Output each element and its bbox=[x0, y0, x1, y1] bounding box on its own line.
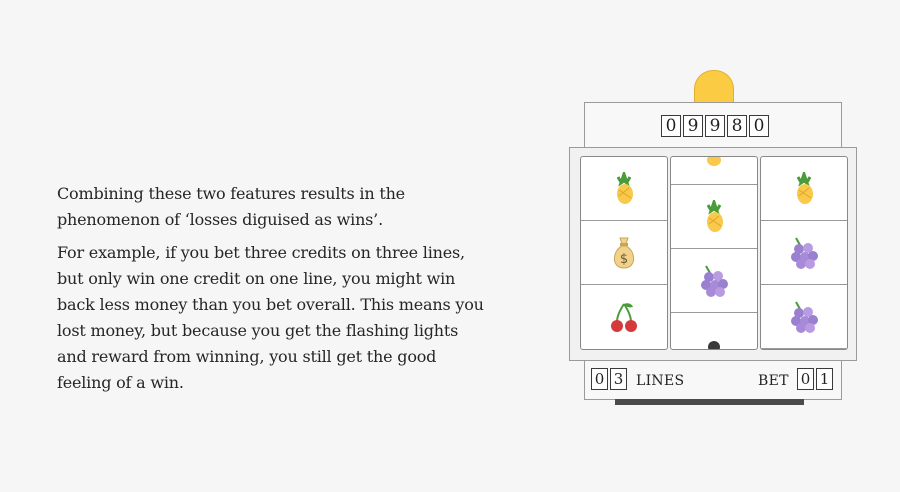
cherries-icon bbox=[611, 303, 637, 332]
reel-3 bbox=[760, 156, 848, 350]
reel-cell: $ bbox=[581, 221, 667, 285]
reel-cell bbox=[671, 313, 757, 349]
reel-cell bbox=[761, 157, 847, 221]
lines-label: LINES bbox=[636, 373, 685, 389]
bet-label: BET bbox=[758, 373, 789, 389]
svg-text:$: $ bbox=[620, 252, 628, 267]
grapes-icon bbox=[701, 265, 728, 297]
reel-cell bbox=[671, 157, 757, 185]
pineapple-icon bbox=[707, 157, 721, 166]
credits-digit: 9 bbox=[705, 115, 725, 137]
paragraph-2: For example, if you bet three credits on… bbox=[57, 243, 484, 392]
reel-cell bbox=[671, 249, 757, 313]
lines-digit: 0 bbox=[591, 368, 608, 390]
lines-counter: 0 3 bbox=[591, 368, 627, 390]
reel-1: $ bbox=[580, 156, 668, 350]
pineapple-icon bbox=[706, 199, 723, 232]
grapes-icon bbox=[791, 301, 818, 333]
reel-cell bbox=[671, 185, 757, 249]
reel-cell bbox=[581, 157, 667, 221]
reel-cell bbox=[761, 285, 847, 349]
reel-cell bbox=[761, 221, 847, 285]
pineapple-icon bbox=[616, 171, 633, 204]
machine-stand bbox=[615, 399, 804, 405]
credits-counter: 0 9 9 8 0 bbox=[661, 115, 769, 137]
reel-2 bbox=[670, 156, 758, 350]
reel-cell bbox=[581, 285, 667, 349]
machine-light bbox=[694, 70, 734, 105]
credits-digit: 8 bbox=[727, 115, 747, 137]
grapes-icon bbox=[791, 237, 818, 269]
person-icon bbox=[708, 341, 720, 349]
paragraph-1: Combining these two features results in … bbox=[57, 184, 405, 229]
bet-digit: 0 bbox=[797, 368, 814, 390]
credits-digit: 0 bbox=[749, 115, 769, 137]
article-text: Combining these two features results in … bbox=[57, 181, 487, 403]
credits-digit: 0 bbox=[661, 115, 681, 137]
slot-machine: 0 9 9 8 0 $ 0 3 LINES BET 0 1 bbox=[568, 70, 858, 410]
bet-counter: 0 1 bbox=[797, 368, 833, 390]
money-bag-icon: $ bbox=[613, 237, 635, 269]
machine-head: 0 9 9 8 0 bbox=[584, 102, 842, 148]
credits-digit: 9 bbox=[683, 115, 703, 137]
pineapple-icon bbox=[796, 171, 813, 204]
machine-base: 0 3 LINES BET 0 1 bbox=[584, 360, 842, 400]
lines-digit: 3 bbox=[610, 368, 627, 390]
bet-digit: 1 bbox=[816, 368, 833, 390]
reels-window: $ bbox=[569, 147, 857, 361]
